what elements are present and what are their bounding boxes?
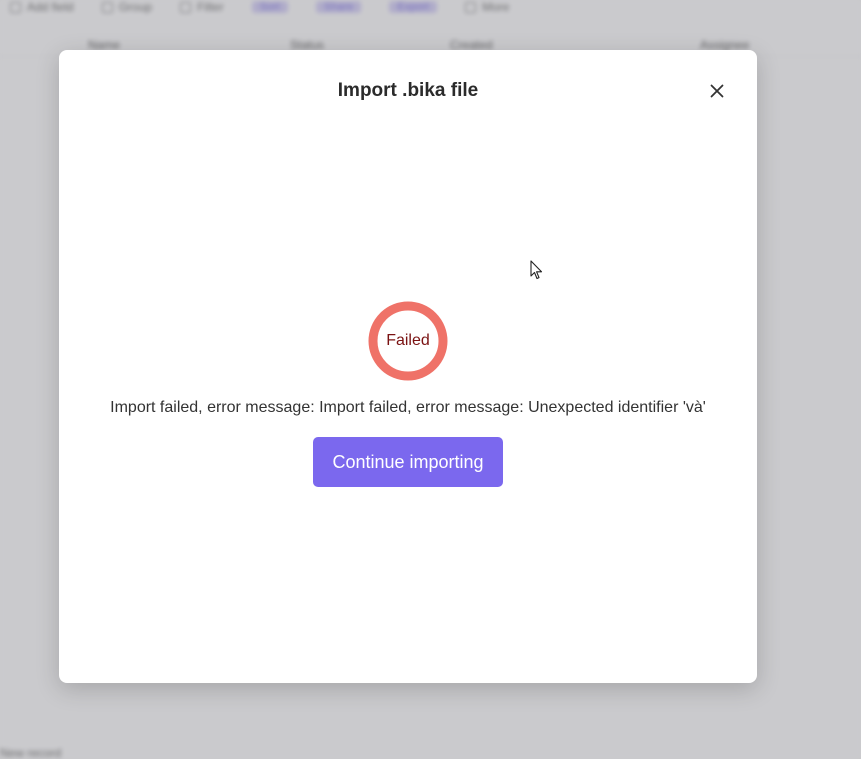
continue-importing-button[interactable]: Continue importing — [313, 437, 503, 487]
error-message: Import failed, error message: Import fai… — [110, 399, 706, 416]
import-dialog: Import .bika file Failed Import failed, … — [59, 50, 757, 683]
mouse-cursor-icon — [530, 260, 543, 280]
dialog-title: Import .bika file — [337, 80, 479, 101]
status-label: Failed — [386, 332, 430, 349]
close-button[interactable] — [705, 79, 729, 103]
close-icon — [710, 84, 724, 98]
status-indicator: Failed — [368, 301, 448, 381]
